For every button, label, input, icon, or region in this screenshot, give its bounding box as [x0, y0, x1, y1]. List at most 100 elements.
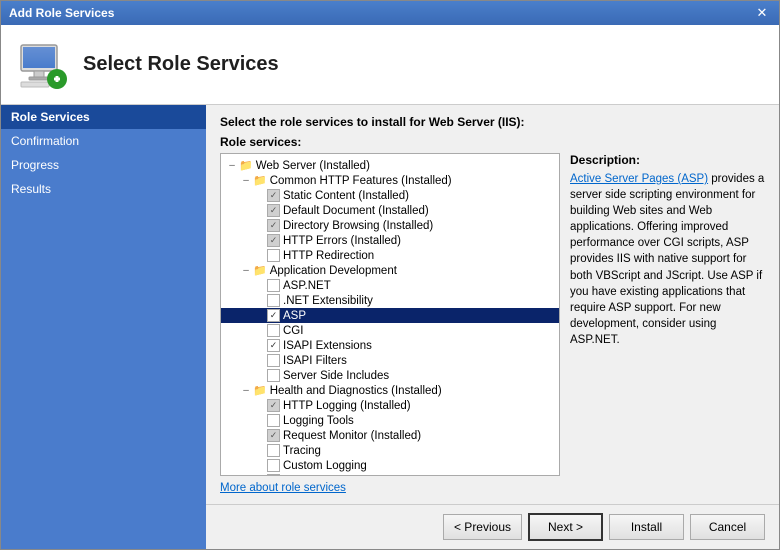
tree-item-label: Directory Browsing (Installed)	[283, 220, 433, 232]
content-inner: Select the role services to install for …	[206, 105, 779, 504]
tree-item[interactable]: ASP.NET	[221, 278, 559, 293]
checkbox[interactable]: ✓	[267, 189, 280, 202]
description-panel: Description: Active Server Pages (ASP) p…	[570, 153, 765, 476]
content-area: Select the role services to install for …	[206, 105, 779, 549]
close-button[interactable]: ✕	[753, 4, 771, 22]
tree-item-label: Tracing	[283, 445, 321, 457]
tree-item-label: HTTP Logging (Installed)	[283, 400, 411, 412]
header-title: Select Role Services	[83, 53, 279, 76]
description-body: provides a server side scripting environ…	[570, 173, 764, 346]
checkbox[interactable]	[267, 414, 280, 427]
content-description: Select the role services to install for …	[220, 115, 765, 129]
folder-icon: 📁	[253, 264, 267, 277]
tree-item[interactable]: ✓HTTP Logging (Installed)	[221, 398, 559, 413]
tree-item-label: Health and Diagnostics (Installed)	[270, 385, 442, 397]
tree-panel[interactable]: –📁Web Server (Installed)–📁Common HTTP Fe…	[220, 153, 560, 476]
split-panel: –📁Web Server (Installed)–📁Common HTTP Fe…	[220, 153, 765, 476]
tree-item-label: HTTP Redirection	[283, 250, 374, 262]
header-panel: Select Role Services	[1, 25, 779, 105]
tree-item[interactable]: ODBC Logging	[221, 473, 559, 476]
sidebar-item-progress[interactable]: Progress	[1, 153, 206, 177]
checkbox[interactable]: ✓	[267, 204, 280, 217]
tree-item-label: Request Monitor (Installed)	[283, 430, 421, 442]
tree-item-label: Application Development	[270, 265, 397, 277]
window: Add Role Services ✕	[0, 0, 780, 550]
tree-item[interactable]: ✓ISAPI Extensions	[221, 338, 559, 353]
checkbox[interactable]	[267, 369, 280, 382]
checkbox[interactable]	[267, 279, 280, 292]
folder-icon: 📁	[239, 159, 253, 172]
tree-item-label: Web Server (Installed)	[256, 160, 370, 172]
checkbox[interactable]: ✓	[267, 234, 280, 247]
tree-item-label: Logging Tools	[283, 415, 354, 427]
description-text: Active Server Pages (ASP) provides a ser…	[570, 171, 765, 348]
window-title: Add Role Services	[9, 6, 114, 20]
description-title: Description:	[570, 153, 765, 167]
checkbox[interactable]: ✓	[267, 399, 280, 412]
tree-item-label: ISAPI Extensions	[283, 340, 372, 352]
tree-item[interactable]: Tracing	[221, 443, 559, 458]
asp-link[interactable]: Active Server Pages (ASP)	[570, 173, 708, 185]
tree-item[interactable]: ISAPI Filters	[221, 353, 559, 368]
tree-item[interactable]: HTTP Redirection	[221, 248, 559, 263]
tree-item-label: HTTP Errors (Installed)	[283, 235, 401, 247]
title-bar-left: Add Role Services	[9, 6, 114, 20]
checkbox[interactable]	[267, 354, 280, 367]
checkbox[interactable]: ✓	[267, 339, 280, 352]
tree-item[interactable]: ✓Request Monitor (Installed)	[221, 428, 559, 443]
tree-item[interactable]: –📁Health and Diagnostics (Installed)	[221, 383, 559, 398]
checkbox[interactable]: ✓	[267, 429, 280, 442]
sidebar-item-results[interactable]: Results	[1, 177, 206, 201]
expand-icon[interactable]: –	[239, 265, 253, 276]
tree-item[interactable]: ✓ASP	[221, 308, 559, 323]
checkbox[interactable]	[267, 474, 280, 476]
tree-item[interactable]: Custom Logging	[221, 458, 559, 473]
install-button[interactable]: Install	[609, 514, 684, 540]
tree-item-label: Default Document (Installed)	[283, 205, 429, 217]
tree-item[interactable]: –📁Common HTTP Features (Installed)	[221, 173, 559, 188]
more-link[interactable]: More about role services	[220, 482, 765, 494]
sidebar-item-role-services[interactable]: Role Services	[1, 105, 206, 129]
footer: < Previous Next > Install Cancel	[206, 504, 779, 549]
role-services-label: Role services:	[220, 135, 765, 149]
tree-item[interactable]: ✓HTTP Errors (Installed)	[221, 233, 559, 248]
header-icon	[17, 39, 69, 91]
checkbox[interactable]	[267, 459, 280, 472]
checkbox[interactable]	[267, 324, 280, 337]
tree-item[interactable]: ✓Default Document (Installed)	[221, 203, 559, 218]
tree-item[interactable]: Logging Tools	[221, 413, 559, 428]
expand-icon[interactable]: –	[239, 385, 253, 396]
tree-item-label: ASP.NET	[283, 280, 331, 292]
tree-item[interactable]: .NET Extensibility	[221, 293, 559, 308]
tree-item-label: Custom Logging	[283, 460, 367, 472]
tree-item[interactable]: Server Side Includes	[221, 368, 559, 383]
tree-item-label: Static Content (Installed)	[283, 190, 409, 202]
tree-item-label: ASP	[283, 310, 306, 322]
role-services-icon	[17, 39, 69, 91]
sidebar-item-confirmation[interactable]: Confirmation	[1, 129, 206, 153]
checkbox[interactable]	[267, 249, 280, 262]
title-bar: Add Role Services ✕	[1, 1, 779, 25]
main-content: Role Services Confirmation Progress Resu…	[1, 105, 779, 549]
tree-item[interactable]: ✓Directory Browsing (Installed)	[221, 218, 559, 233]
previous-button[interactable]: < Previous	[443, 514, 522, 540]
tree-item-label: Common HTTP Features (Installed)	[270, 175, 452, 187]
tree-item-label: CGI	[283, 325, 303, 337]
folder-icon: 📁	[253, 174, 267, 187]
folder-icon: 📁	[253, 384, 267, 397]
next-button[interactable]: Next >	[528, 513, 603, 541]
sidebar: Role Services Confirmation Progress Resu…	[1, 105, 206, 549]
checkbox[interactable]	[267, 294, 280, 307]
checkbox[interactable]: ✓	[267, 219, 280, 232]
tree-item[interactable]: ✓Static Content (Installed)	[221, 188, 559, 203]
tree-item-label: .NET Extensibility	[283, 295, 373, 307]
expand-icon[interactable]: –	[225, 160, 239, 171]
tree-item-label: ODBC Logging	[283, 475, 360, 477]
tree-item[interactable]: CGI	[221, 323, 559, 338]
tree-item[interactable]: –📁Web Server (Installed)	[221, 158, 559, 173]
checkbox[interactable]: ✓	[267, 309, 280, 322]
cancel-button[interactable]: Cancel	[690, 514, 765, 540]
checkbox[interactable]	[267, 444, 280, 457]
expand-icon[interactable]: –	[239, 175, 253, 186]
tree-item[interactable]: –📁Application Development	[221, 263, 559, 278]
